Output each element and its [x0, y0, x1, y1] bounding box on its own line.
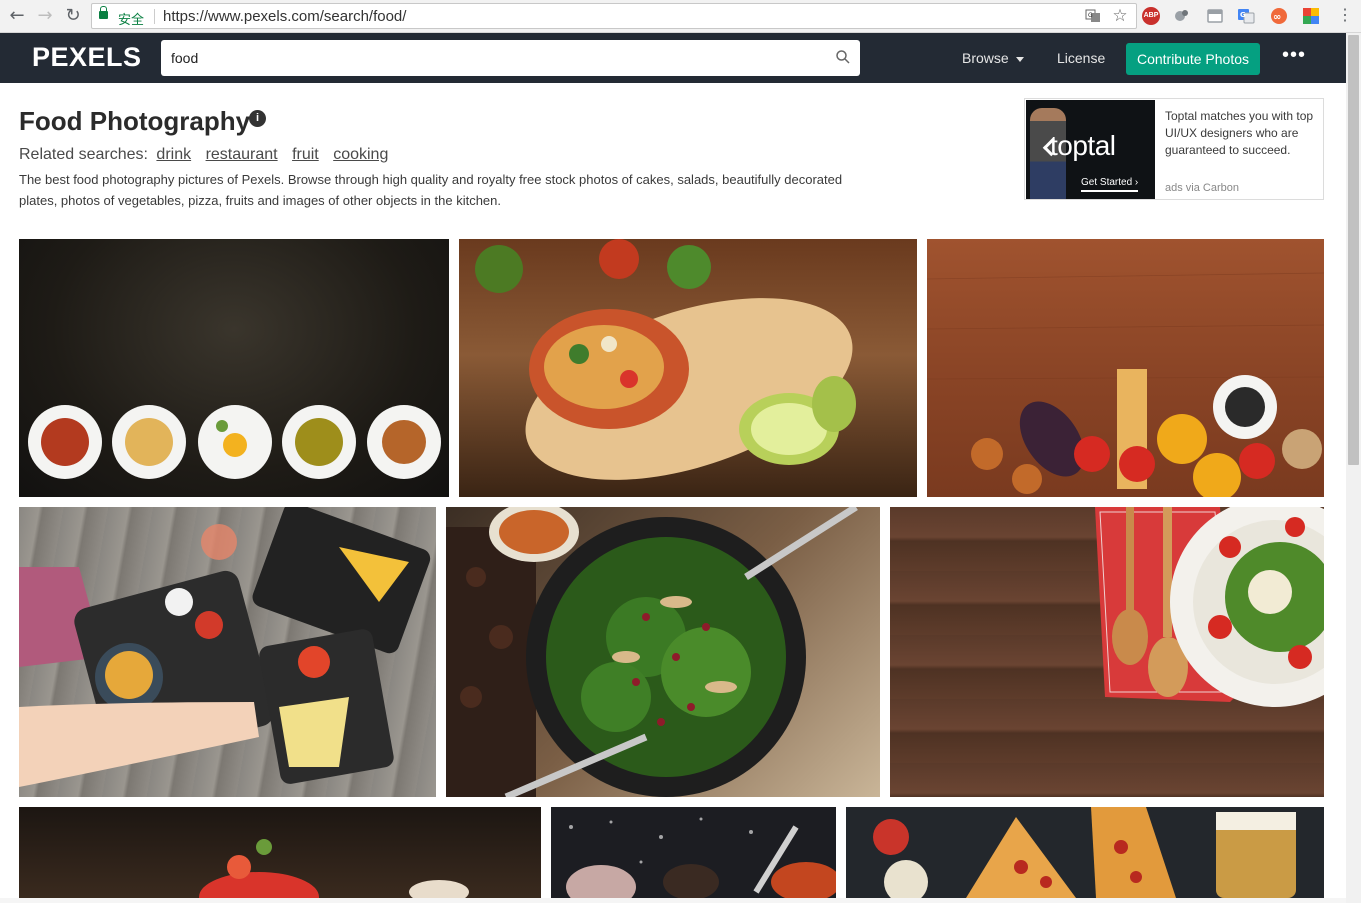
- browse-menu[interactable]: Browse: [962, 50, 1024, 66]
- photo-table-with-snacks[interactable]: [19, 507, 436, 797]
- puzzle-extension-icon[interactable]: [1173, 7, 1191, 25]
- translate-page-icon[interactable]: G: [1085, 8, 1101, 24]
- infinity-extension-icon[interactable]: ∞: [1270, 7, 1288, 25]
- scrollbar-thumb[interactable]: [1348, 35, 1359, 465]
- photo-spices[interactable]: [551, 807, 836, 898]
- related-link-fruit[interactable]: fruit: [292, 146, 319, 163]
- secure-label: 安全: [118, 13, 145, 28]
- page-scrollbar[interactable]: [1346, 33, 1361, 903]
- photo-bowls-on-dark-background[interactable]: [19, 239, 449, 497]
- browser-toolbar: ← → ↻ 安全 https://www.pexels.com/search/f…: [0, 0, 1361, 33]
- info-icon[interactable]: i: [249, 110, 266, 127]
- bowls-illustration: [28, 405, 441, 479]
- spoons-salad-illustration: [1095, 507, 1324, 707]
- pizza-illustration: [873, 807, 1296, 898]
- ad-get-started[interactable]: Get Started ›: [1081, 177, 1139, 192]
- ad-text[interactable]: Toptal matches you with top UI/UX design…: [1165, 108, 1317, 159]
- browse-label: Browse: [962, 50, 1009, 66]
- contribute-photos-button[interactable]: Contribute Photos: [1126, 43, 1260, 75]
- page-description: The best food photography pictures of Pe…: [19, 172, 843, 208]
- ad-brand: toptal: [1050, 130, 1116, 161]
- carbon-ad[interactable]: toptal Get Started › Toptal matches you …: [1024, 98, 1324, 200]
- search-icon[interactable]: [836, 50, 850, 64]
- back-icon[interactable]: ←: [7, 6, 27, 26]
- lock-icon: [99, 6, 108, 19]
- browser-menu-icon[interactable]: ⋮: [1337, 6, 1353, 26]
- color-extension-icon[interactable]: [1302, 7, 1320, 25]
- vegetables-illustration: [927, 272, 1324, 497]
- ad-via-carbon[interactable]: ads via Carbon: [1165, 182, 1239, 194]
- dessert-illustration: [199, 839, 469, 898]
- more-menu-icon[interactable]: •••: [1282, 45, 1306, 65]
- url-text[interactable]: https://www.pexels.com/search/food/: [163, 8, 406, 25]
- related-link-drink[interactable]: drink: [156, 146, 191, 163]
- pexels-logo[interactable]: PEXELS: [32, 42, 142, 73]
- window-extension-icon[interactable]: [1206, 7, 1224, 25]
- ad-image[interactable]: toptal Get Started ›: [1026, 100, 1155, 199]
- spinach-salad-illustration: [446, 507, 858, 797]
- forward-icon[interactable]: →: [35, 6, 55, 26]
- photo-spinach-salad[interactable]: [446, 507, 880, 797]
- address-bar[interactable]: 安全 https://www.pexels.com/search/food/ G…: [91, 3, 1137, 29]
- photo-spoons-and-salad[interactable]: [890, 507, 1324, 797]
- chevron-down-icon: [1015, 56, 1024, 62]
- search-input[interactable]: [171, 48, 811, 68]
- site-header: PEXELS Browse License Contribute Photos …: [0, 33, 1346, 83]
- photo-pizza[interactable]: [846, 807, 1324, 898]
- bookmark-star-icon[interactable]: ☆: [1112, 7, 1128, 24]
- photo-burrito[interactable]: [459, 239, 917, 497]
- page-title: Food Photography: [19, 106, 251, 136]
- reload-icon[interactable]: ↻: [63, 6, 83, 26]
- license-link[interactable]: License: [1057, 50, 1105, 66]
- table-snacks-illustration: [19, 507, 431, 787]
- search-bar[interactable]: [161, 40, 860, 76]
- related-searches: Related searches: drink restaurant fruit…: [19, 146, 388, 164]
- related-link-restaurant[interactable]: restaurant: [206, 146, 278, 163]
- related-link-cooking[interactable]: cooking: [333, 146, 388, 163]
- spices-illustration: [566, 817, 836, 898]
- page-bottom-edge: [0, 898, 1346, 903]
- related-searches-label: Related searches:: [19, 146, 148, 163]
- photo-vegetables-on-wood[interactable]: [927, 239, 1324, 497]
- svg-text:G: G: [1240, 11, 1246, 19]
- translate-extension-icon[interactable]: G: [1237, 7, 1255, 25]
- burrito-illustration: [475, 239, 856, 480]
- address-separator: [154, 9, 155, 24]
- svg-text:G: G: [1088, 12, 1093, 19]
- photo-dessert-plate[interactable]: [19, 807, 541, 898]
- abp-extension-icon[interactable]: ABP: [1142, 7, 1160, 25]
- svg-text:∞: ∞: [1273, 12, 1281, 23]
